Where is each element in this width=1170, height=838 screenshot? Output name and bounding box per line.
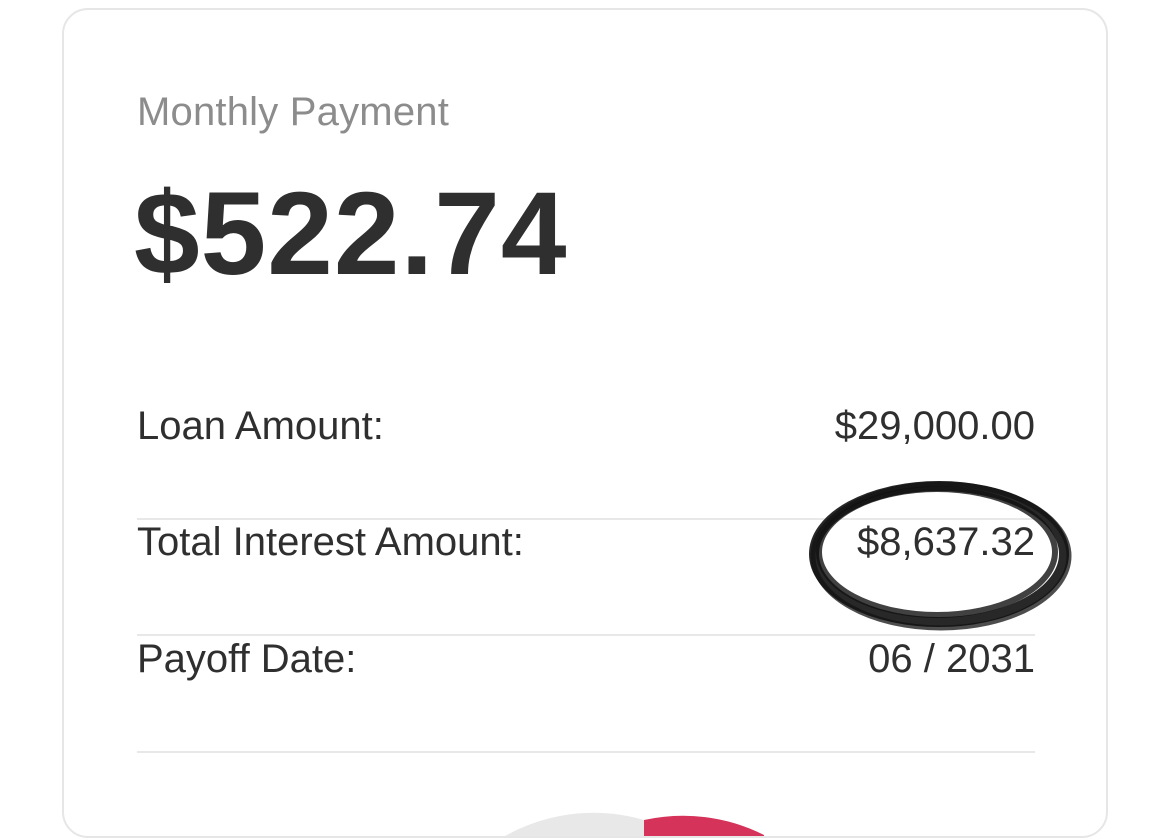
total-interest-value: $8,637.32 (857, 520, 1035, 564)
monthly-payment-label: Monthly Payment (137, 90, 450, 134)
payoff-date-row: Payoff Date: 06 / 2031 (137, 637, 1035, 753)
pie-slice-interest (644, 815, 764, 836)
loan-summary-card: Monthly Payment $522.74 Loan Amount: $29… (62, 8, 1108, 838)
monthly-payment-value: $522.74 (134, 168, 568, 300)
payoff-date-value: 06 / 2031 (868, 637, 1035, 681)
loan-amount-value: $29,000.00 (834, 404, 1035, 448)
total-interest-row: Total Interest Amount: $8,637.32 (137, 520, 1035, 636)
payment-breakdown-pie-chart (505, 812, 764, 836)
loan-amount-label: Loan Amount: (137, 404, 384, 448)
loan-amount-row: Loan Amount: $29,000.00 (137, 404, 1035, 520)
pie-slice-principal (505, 812, 644, 836)
total-interest-label: Total Interest Amount: (137, 520, 524, 564)
payoff-date-label: Payoff Date: (137, 637, 357, 681)
